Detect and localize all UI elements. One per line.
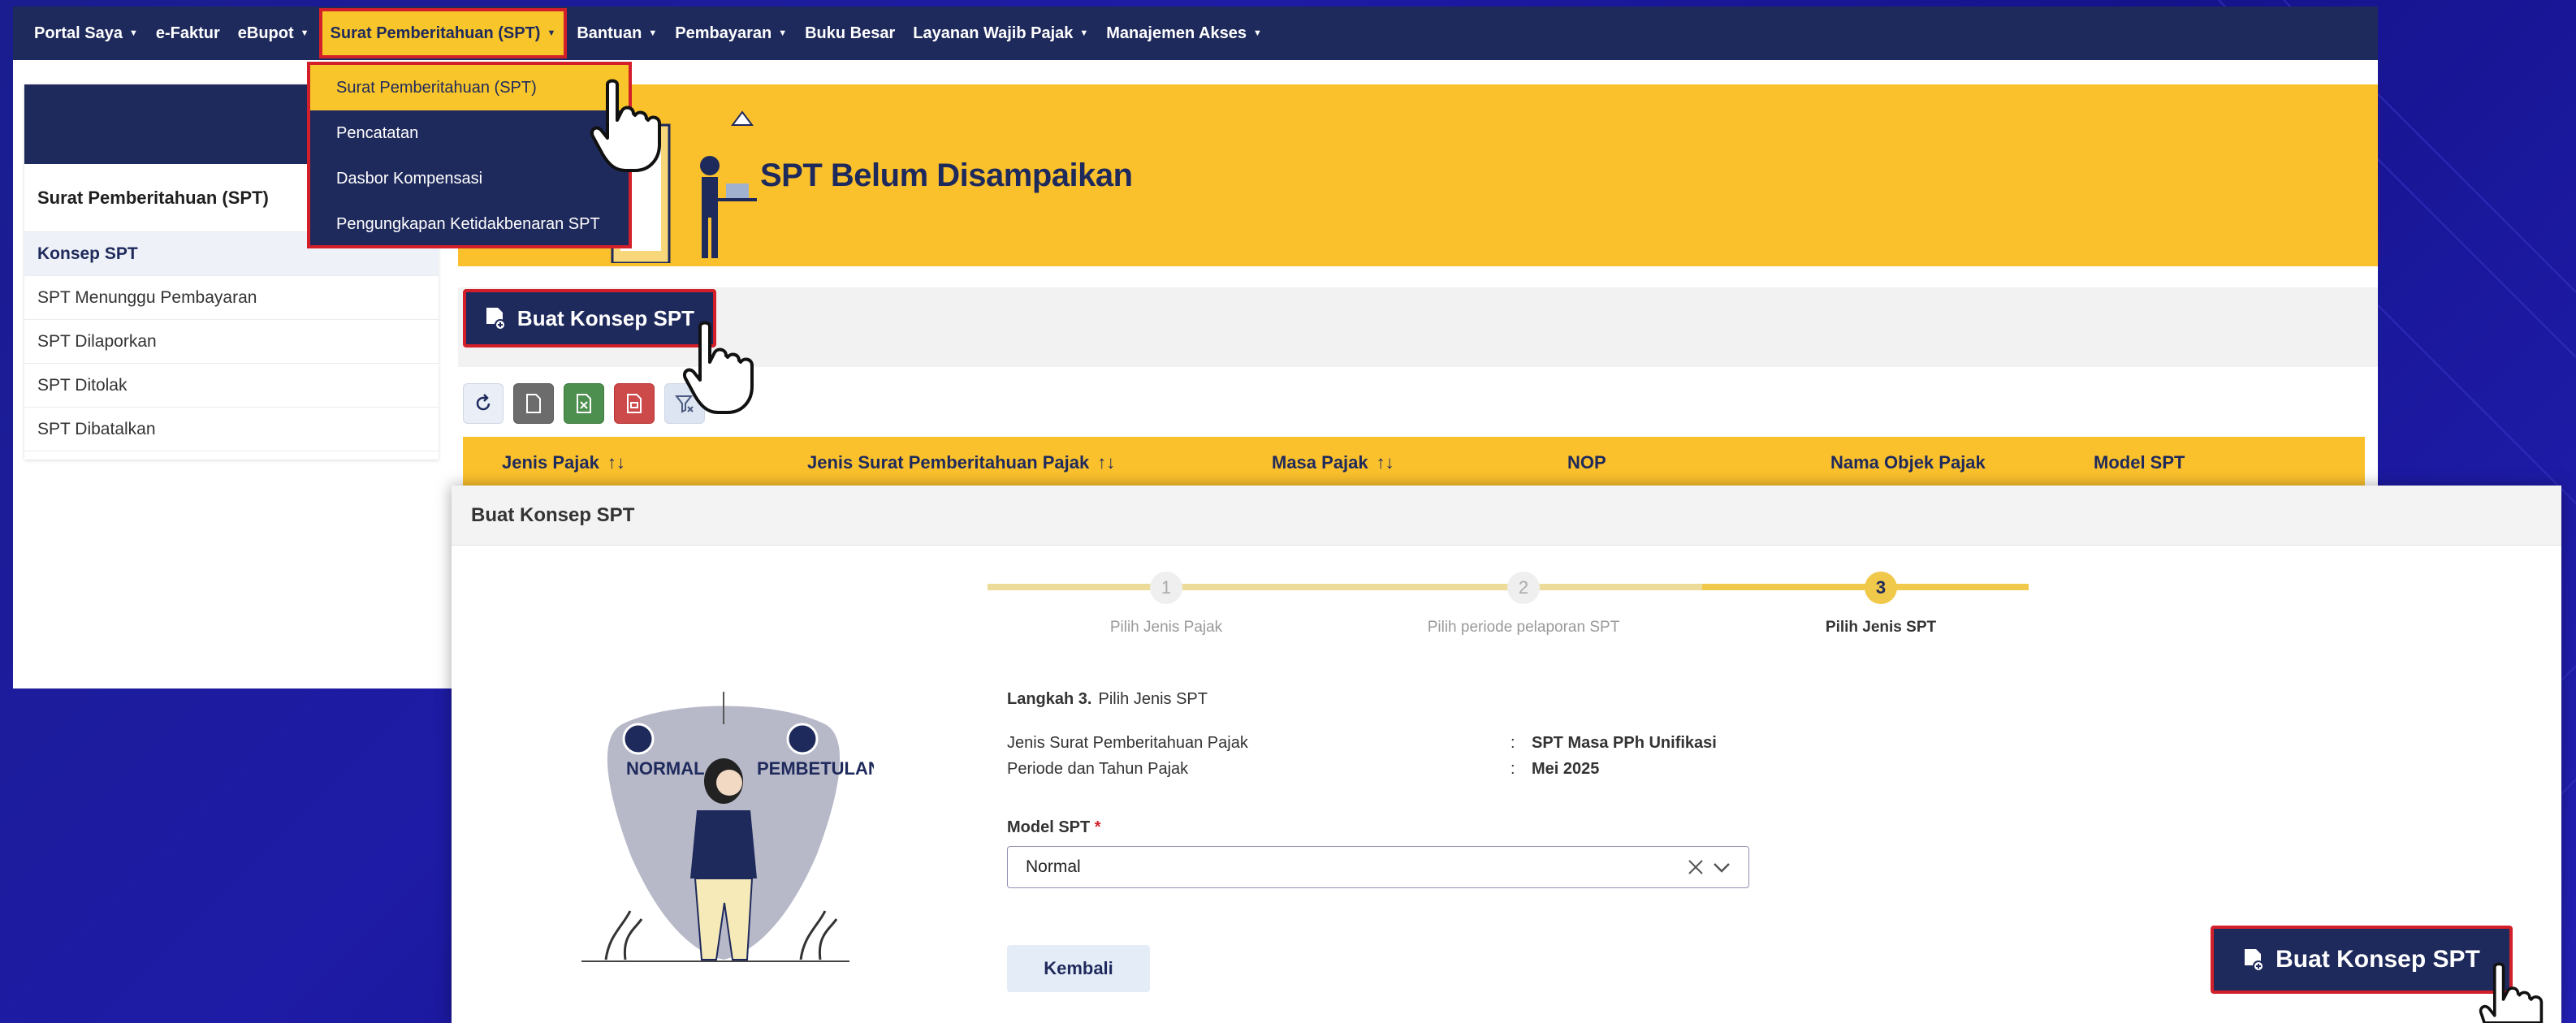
excel-file-icon bbox=[577, 394, 591, 413]
step-3-label: Pilih Jenis SPT bbox=[1825, 619, 1937, 636]
clear-icon[interactable] bbox=[1685, 857, 1706, 878]
pointer-hand-icon bbox=[683, 321, 754, 414]
chevron-down-icon[interactable] bbox=[1711, 857, 1732, 878]
periode-value: Mei 2025 bbox=[1532, 760, 1600, 778]
jenis-spt-value: SPT Masa PPh Unifikasi bbox=[1532, 734, 1717, 752]
nav-efaktur[interactable]: e-Faktur bbox=[156, 6, 220, 60]
column-nama-objek-pajak[interactable]: Nama Objek Pajak bbox=[1830, 452, 1986, 473]
sidebar-item-spt-dilaporkan[interactable]: SPT Dilaporkan bbox=[24, 320, 439, 364]
column-model-spt[interactable]: Model SPT bbox=[2094, 452, 2185, 473]
dropdown-item-pengungkapan[interactable]: Pengungkapan Ketidakbenaran SPT bbox=[310, 201, 629, 247]
create-concept-modal: Buat Konsep SPT 1 2 3 Pilih Jenis Pajak … bbox=[452, 486, 2561, 1023]
model-spt-selected-value: Normal bbox=[1026, 857, 1081, 876]
info-row-jenis-spt: Jenis Surat Pemberitahuan Pajak : SPT Ma… bbox=[1007, 734, 1717, 752]
nav-ebupot[interactable]: eBupot ▼ bbox=[238, 6, 309, 60]
pdf-file-icon bbox=[627, 394, 642, 413]
sidebar-item-spt-dibatalkan[interactable]: SPT Dibatalkan bbox=[24, 408, 439, 451]
model-choice-illustration: NORMAL PEMBETULAN bbox=[581, 692, 874, 962]
caret-down-icon: ▼ bbox=[1252, 28, 1262, 38]
export-file-button[interactable] bbox=[513, 383, 554, 424]
step-3-indicator: 3 bbox=[1865, 572, 1897, 604]
info-row-periode: Periode dan Tahun Pajak : Mei 2025 bbox=[1007, 760, 1600, 778]
spt-dropdown-menu: Surat Pemberitahuan (SPT) Pencatatan Das… bbox=[307, 62, 632, 248]
dropdown-item-pencatatan[interactable]: Pencatatan bbox=[310, 110, 629, 156]
column-nop[interactable]: NOP bbox=[1567, 452, 1606, 473]
step-1-label: Pilih Jenis Pajak bbox=[1109, 619, 1223, 636]
caret-down-icon: ▼ bbox=[300, 28, 309, 38]
pointer-hand-icon bbox=[590, 79, 661, 172]
caret-down-icon: ▼ bbox=[128, 28, 138, 38]
stepper: 1 2 3 Pilih Jenis Pajak Pilih periode pe… bbox=[988, 562, 2029, 659]
nav-layanan-wajib-pajak[interactable]: Layanan Wajib Pajak ▼ bbox=[913, 6, 1088, 60]
dropdown-item-dasbor-kompensasi[interactable]: Dasbor Kompensasi bbox=[310, 156, 629, 201]
sort-icon: ↑↓ bbox=[1097, 452, 1116, 473]
file-icon bbox=[526, 394, 541, 413]
step-1-indicator: 1 bbox=[1150, 572, 1182, 604]
nav-spt[interactable]: Surat Pemberitahuan (SPT) ▼ bbox=[318, 8, 568, 58]
modal-create-concept-spt-button[interactable]: Buat Konsep SPT bbox=[2211, 926, 2513, 994]
sidebar-item-spt-ditolak[interactable]: SPT Ditolak bbox=[24, 364, 439, 408]
sort-icon: ↑↓ bbox=[607, 452, 625, 473]
document-add-icon bbox=[2245, 949, 2265, 972]
dropdown-item-spt[interactable]: Surat Pemberitahuan (SPT) bbox=[310, 65, 629, 110]
caret-down-icon: ▼ bbox=[1079, 28, 1089, 38]
step-heading: Langkah 3. Pilih Jenis SPT bbox=[1007, 690, 1208, 708]
model-spt-select[interactable]: Normal bbox=[1007, 846, 1749, 888]
nav-manajemen-akses[interactable]: Manajemen Akses ▼ bbox=[1106, 6, 1262, 60]
nav-buku-besar[interactable]: Buku Besar bbox=[805, 6, 895, 60]
refresh-icon bbox=[476, 394, 491, 411]
nav-pembayaran[interactable]: Pembayaran ▼ bbox=[675, 6, 787, 60]
back-button[interactable]: Kembali bbox=[1007, 945, 1150, 992]
pointer-hand-icon bbox=[2479, 962, 2544, 1023]
caret-down-icon: ▼ bbox=[778, 28, 788, 38]
export-pdf-button[interactable] bbox=[614, 383, 655, 424]
modal-title: Buat Konsep SPT bbox=[452, 486, 2561, 546]
step-2-indicator: 2 bbox=[1507, 572, 1540, 604]
step-form: Langkah 3. Pilih Jenis SPT Jenis Surat Pe… bbox=[1007, 690, 1749, 992]
sort-icon: ↑↓ bbox=[1376, 452, 1394, 473]
table-header: Jenis Pajak ↑↓ Jenis Surat Pemberitahuan … bbox=[463, 437, 2365, 489]
column-jenis-pajak[interactable]: Jenis Pajak ↑↓ bbox=[502, 452, 625, 473]
nav-portal-saya[interactable]: Portal Saya ▼ bbox=[34, 6, 138, 60]
refresh-button[interactable] bbox=[463, 383, 504, 424]
sidebar-item-spt-menunggu-pembayaran[interactable]: SPT Menunggu Pembayaran bbox=[24, 276, 439, 320]
page-title: SPT Belum Disampaikan bbox=[760, 158, 1133, 193]
model-spt-label: Model SPT * bbox=[1007, 818, 1101, 836]
create-concept-spt-button[interactable]: Buat Konsep SPT bbox=[463, 289, 716, 347]
document-add-icon bbox=[486, 308, 506, 330]
illustration-label-pembetulan: PEMBETULAN bbox=[757, 758, 874, 779]
page-banner: SPT Belum Disampaikan bbox=[458, 84, 2378, 266]
step-2-label: Pilih periode pelaporan SPT bbox=[1427, 619, 1620, 636]
column-jenis-spt[interactable]: Jenis Surat Pemberitahuan Pajak ↑↓ bbox=[807, 452, 1115, 473]
nav-bantuan[interactable]: Bantuan ▼ bbox=[577, 6, 657, 60]
table-tools bbox=[463, 383, 705, 424]
caret-down-icon: ▼ bbox=[648, 28, 658, 38]
export-excel-button[interactable] bbox=[564, 383, 604, 424]
caret-down-icon: ▼ bbox=[547, 28, 556, 38]
column-masa-pajak[interactable]: Masa Pajak ↑↓ bbox=[1272, 452, 1394, 473]
illustration-label-normal: NORMAL bbox=[626, 758, 705, 779]
top-navigation: Portal Saya ▼ e-Faktur eBupot ▼ Surat Pemb… bbox=[13, 6, 2378, 60]
